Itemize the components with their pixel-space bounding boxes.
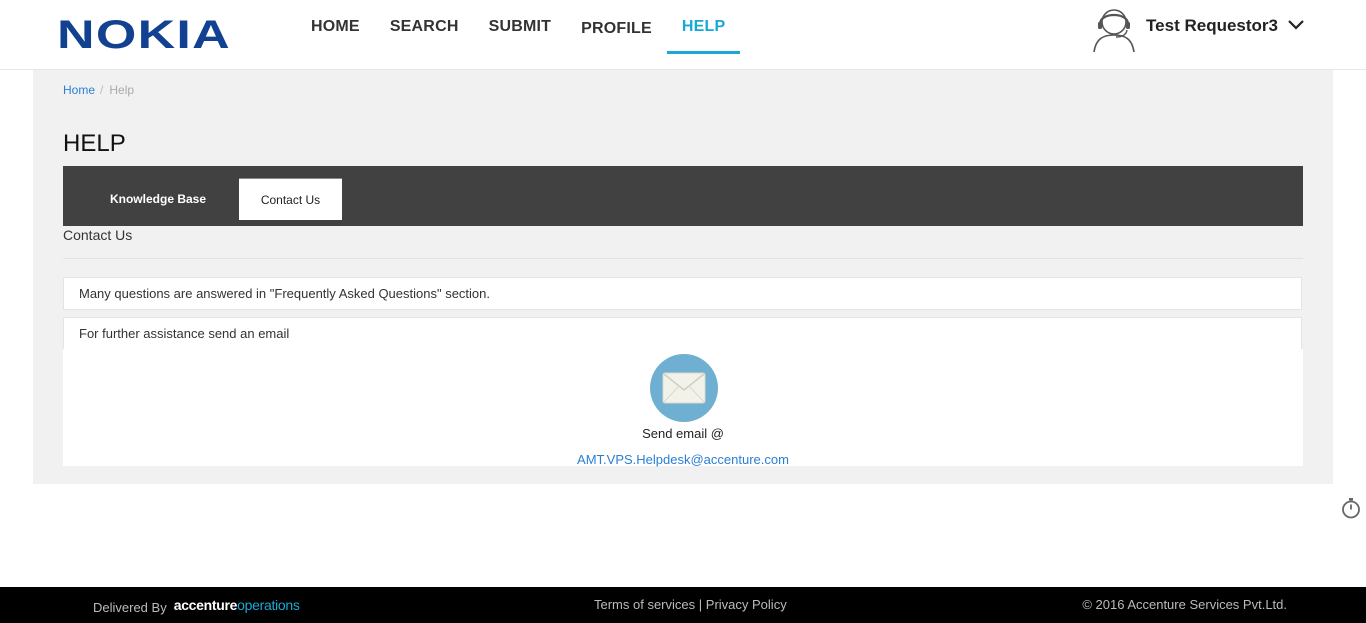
footer-divider: | — [698, 597, 703, 612]
accenture-operations-logo: accentureoperations — [173, 597, 300, 613]
nav-search[interactable]: SEARCH — [375, 0, 474, 54]
nav-submit[interactable]: SUBMIT — [474, 0, 567, 54]
assistance-info-row: For further assistance send an email — [63, 317, 1302, 350]
nav-profile[interactable]: PROFILE — [566, 2, 667, 56]
privacy-link[interactable]: Privacy Policy — [706, 597, 787, 612]
top-header: NOKIA HOME SEARCH SUBMIT PROFILE HELP Te… — [0, 0, 1366, 70]
divider — [63, 258, 1303, 259]
user-menu[interactable]: Test Requestor3 — [1090, 6, 1304, 56]
user-name: Test Requestor3 — [1146, 16, 1278, 35]
footer: Delivered By accentureoperations Terms o… — [0, 587, 1366, 623]
stopwatch-icon[interactable] — [1340, 497, 1362, 519]
nav-help[interactable]: HELP — [666, 0, 741, 54]
tab-bar: Knowledge Base Contact Us — [63, 166, 1303, 226]
breadcrumb-current: Help — [109, 83, 135, 97]
section-heading: Contact Us — [63, 227, 133, 243]
tab-knowledge-base[interactable]: Knowledge Base — [93, 178, 223, 220]
breadcrumb-separator: / — [100, 83, 104, 97]
main-nav: HOME SEARCH SUBMIT PROFILE HELP — [296, 0, 741, 70]
envelope-icon[interactable] — [650, 354, 718, 422]
logo-text: NOKIA — [57, 14, 231, 54]
nav-home[interactable]: HOME — [296, 0, 375, 54]
copyright: © 2016 Accenture Services Pvt.Ltd. — [1082, 597, 1287, 612]
page-title: HELP — [63, 130, 126, 157]
send-email-label: Send email @ — [642, 426, 724, 441]
breadcrumb-home[interactable]: Home — [63, 83, 95, 97]
user-avatar-icon — [1090, 4, 1138, 59]
terms-link[interactable]: Terms of services — [594, 597, 695, 612]
faq-info-row: Many questions are answered in "Frequent… — [63, 277, 1302, 310]
email-contact-box: Send email @ AMT.VPS.Helpdesk@accenture.… — [63, 349, 1303, 467]
delivered-by-label: Delivered By — [93, 599, 167, 615]
footer-links: Terms of services | Privacy Policy — [594, 597, 787, 612]
chevron-down-icon[interactable] — [1288, 17, 1304, 35]
tab-contact-us[interactable]: Contact Us — [239, 178, 342, 220]
main-content: Home / Help HELP Knowledge Base Contact … — [33, 70, 1333, 484]
delivered-by: Delivered By accentureoperations — [93, 597, 300, 615]
breadcrumb: Home / Help — [63, 83, 134, 97]
nokia-logo[interactable]: NOKIA — [57, 14, 233, 54]
helpdesk-email-link[interactable]: AMT.VPS.Helpdesk@accenture.com — [63, 452, 1303, 467]
